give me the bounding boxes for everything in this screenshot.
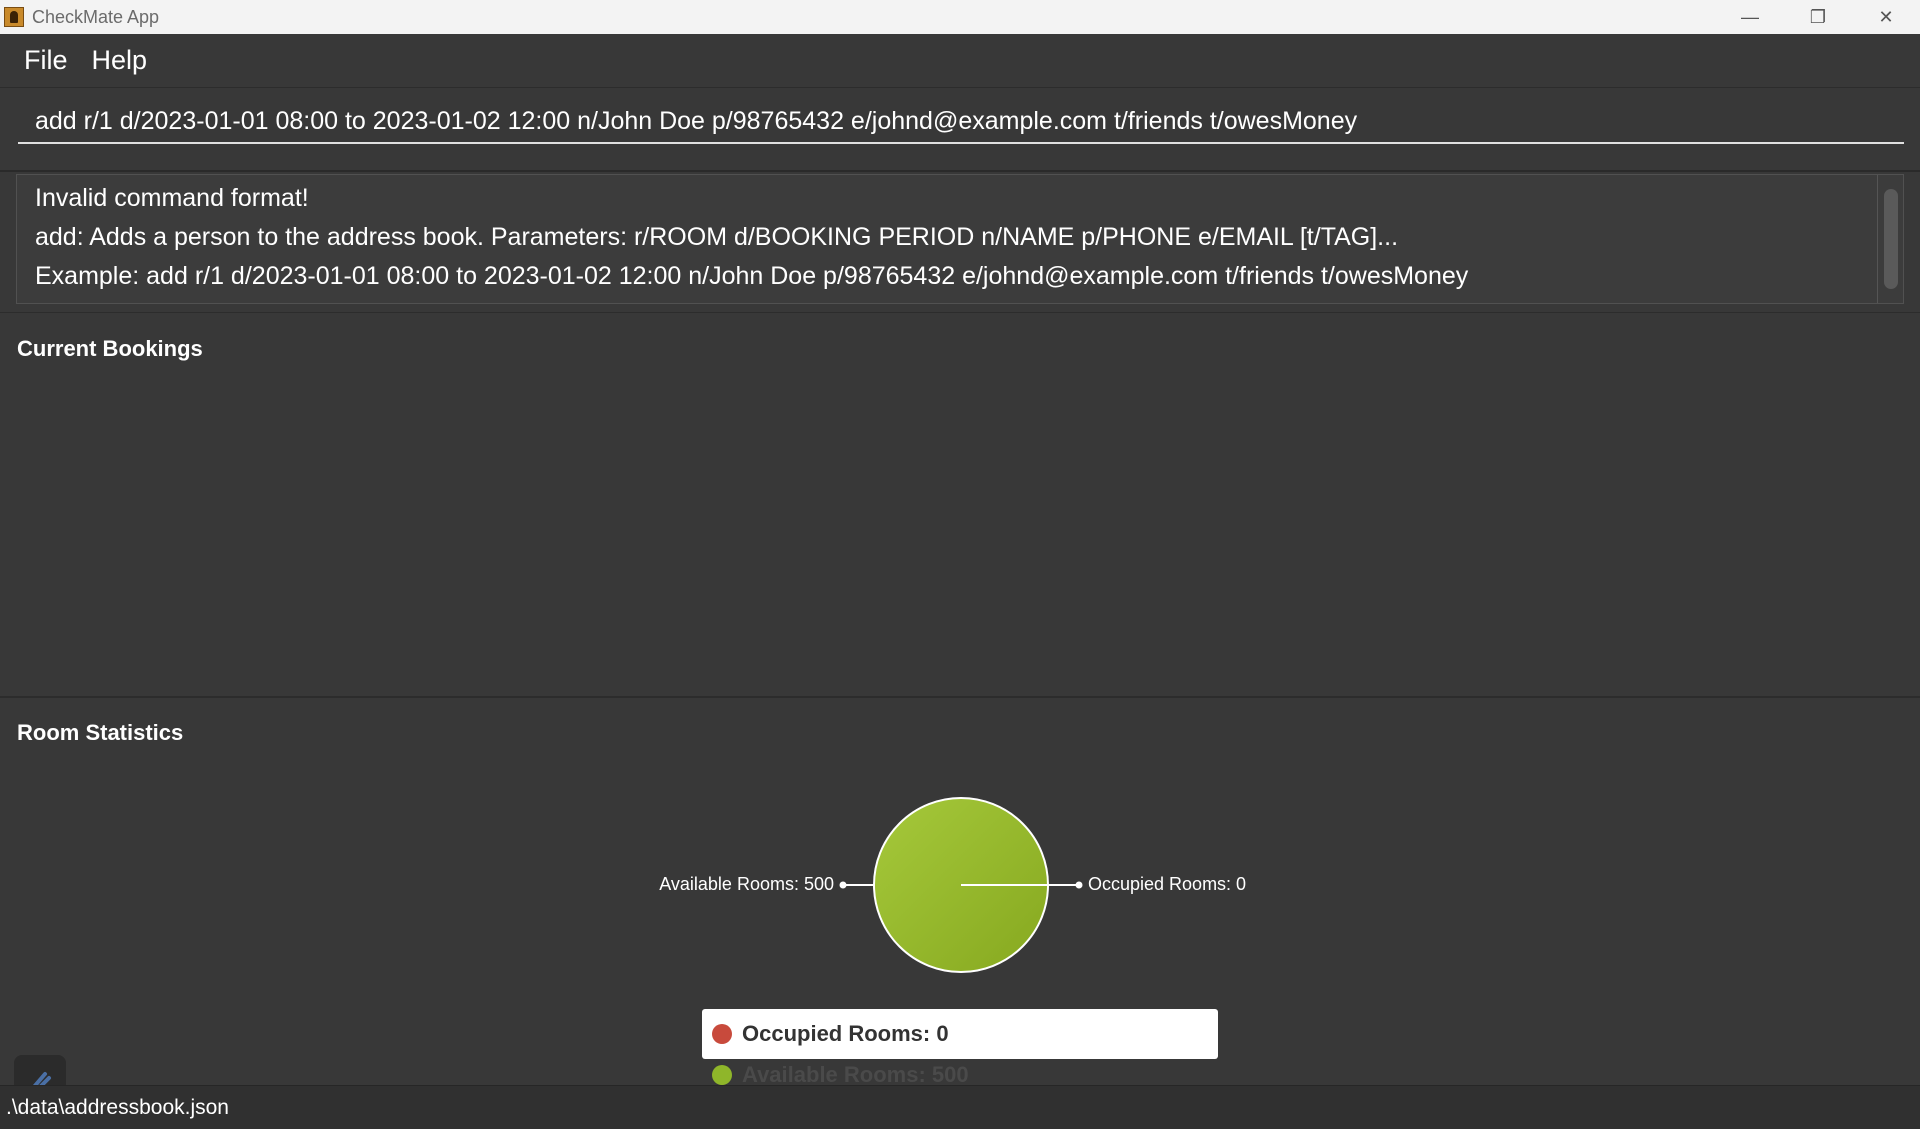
result-line-usage: add: Adds a person to the address book. … <box>35 223 1399 251</box>
leader-dot-occupied <box>1075 881 1083 889</box>
window-controls: — ❐ ✕ <box>1716 0 1920 34</box>
close-button[interactable]: ✕ <box>1852 0 1920 34</box>
result-scroll-thumb[interactable] <box>1884 189 1898 289</box>
status-bar: .\data\addressbook.json <box>0 1085 1920 1129</box>
window-title: CheckMate App <box>32 6 160 27</box>
menu-file[interactable]: File <box>12 45 80 76</box>
legend-occupied-dot <box>712 1024 732 1044</box>
result-line-error: Invalid command format! <box>35 184 309 212</box>
chart-legend: Occupied Rooms: 0 <box>702 1009 1218 1059</box>
restore-button[interactable]: ❐ <box>1784 0 1852 34</box>
pie-label-occupied: Occupied Rooms: 0 <box>1088 874 1247 894</box>
command-input[interactable] <box>18 100 1904 144</box>
result-line-example: Example: add r/1 d/2023-01-01 08:00 to 2… <box>35 262 1469 290</box>
result-scrollbar[interactable] <box>1877 175 1903 303</box>
room-pie-chart <box>839 797 1083 973</box>
bookings-list[interactable] <box>0 373 1920 693</box>
leader-dot-available <box>839 881 847 889</box>
app-icon <box>4 7 24 27</box>
stats-panel: Room Statistics Available Rooms: 500 Occ… <box>0 700 1920 1087</box>
command-box-container <box>0 88 1920 172</box>
pie-label-available: Available Rooms: 500 <box>659 874 834 894</box>
legend-occupied-label: Occupied Rooms: 0 <box>742 1021 949 1046</box>
save-location-path: .\data\addressbook.json <box>6 1095 229 1119</box>
title-bar: CheckMate App — ❐ ✕ <box>0 0 1920 34</box>
menu-bar: File Help <box>0 34 1920 88</box>
bookings-panel: Current Bookings <box>0 312 1920 698</box>
result-display: Invalid command format! add: Adds a pers… <box>16 174 1904 304</box>
bookings-title: Current Bookings <box>17 336 203 361</box>
minimize-button[interactable]: — <box>1716 0 1784 34</box>
legend-available-dot <box>712 1065 732 1085</box>
menu-help[interactable]: Help <box>80 45 160 76</box>
